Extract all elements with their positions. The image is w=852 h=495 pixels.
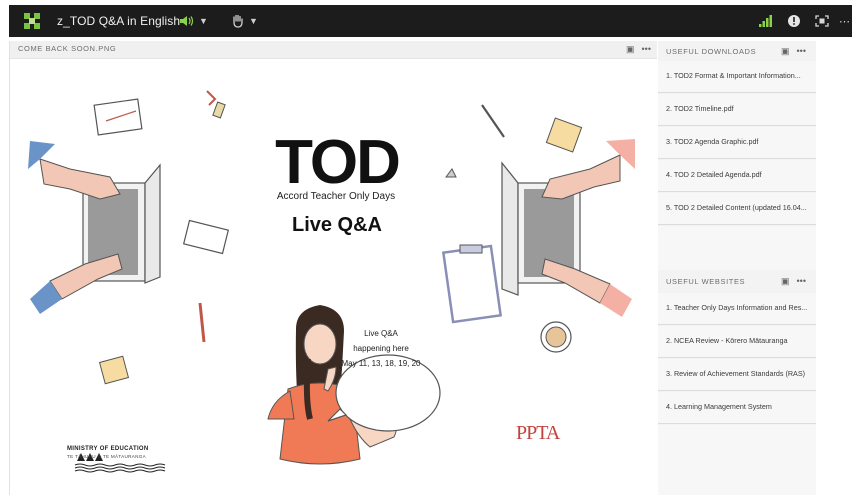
signal-icon bbox=[759, 15, 772, 27]
meeting-title: z_TOD Q&A in English bbox=[57, 14, 181, 28]
websites-pod-controls: ▣ ••• bbox=[781, 276, 806, 287]
alert-icon bbox=[788, 15, 800, 27]
downloads-pod-title: USEFUL DOWNLOADS bbox=[666, 47, 757, 56]
share-pod: COME BACK SOON.PNG ▣ ••• TOD Accord Teac… bbox=[9, 41, 657, 495]
left-laptop-illustration bbox=[28, 141, 161, 314]
fullscreen-icon bbox=[815, 15, 829, 27]
ministry-name: MINISTRY OF EDUCATION bbox=[67, 446, 149, 452]
more-icon[interactable]: ••• bbox=[797, 46, 806, 57]
more-icon: ⋯ bbox=[839, 15, 850, 28]
bubble-line: happening here bbox=[353, 344, 409, 353]
pencil-illustration bbox=[198, 302, 206, 343]
app-grid-icon[interactable] bbox=[23, 12, 41, 30]
website-item[interactable]: 3. Review of Achievement Standards (RAS) bbox=[658, 359, 816, 391]
download-item[interactable]: 4. TOD 2 Detailed Agenda.pdf bbox=[658, 160, 816, 192]
speaker-icon bbox=[180, 16, 194, 26]
website-item[interactable]: 1. Teacher Only Days Information and Res… bbox=[658, 293, 816, 325]
chevron-down-icon: ▼ bbox=[249, 16, 258, 26]
downloads-empty-space bbox=[658, 226, 816, 270]
live-qa-heading: Live Q&A bbox=[291, 214, 383, 236]
bell-illustration bbox=[445, 168, 457, 178]
downloads-pod-controls: ▣ ••• bbox=[781, 46, 806, 57]
notebook-illustration bbox=[93, 98, 143, 136]
downloads-pod-header: USEFUL DOWNLOADS ▣ ••• bbox=[658, 41, 816, 61]
download-item[interactable]: 3. TOD2 Agenda Graphic.pdf bbox=[658, 127, 816, 159]
sticky-note-illustration bbox=[98, 355, 130, 385]
shared-image bbox=[28, 90, 635, 473]
download-item[interactable]: 2. TOD2 Timeline.pdf bbox=[658, 94, 816, 126]
more-icon[interactable]: ••• bbox=[642, 44, 651, 55]
chevron-down-icon: ▼ bbox=[199, 16, 208, 26]
alert-button[interactable] bbox=[787, 11, 801, 31]
websites-empty-space bbox=[658, 425, 816, 495]
website-item[interactable]: 2. NCEA Review - Kōrero Mātauranga bbox=[658, 326, 816, 358]
websites-pod-title: USEFUL WEBSITES bbox=[666, 277, 746, 286]
bubble-text: Live Q&A happening here May 11, 13, 18, … bbox=[331, 326, 431, 371]
audio-button[interactable]: ▼ bbox=[179, 11, 208, 31]
tod-heading: TOD bbox=[275, 128, 401, 197]
maximize-icon[interactable]: ▣ bbox=[626, 44, 635, 55]
download-item[interactable]: 5. TOD 2 Detailed Content (updated 16.04… bbox=[658, 193, 816, 225]
raise-hand-icon bbox=[233, 14, 243, 28]
right-sidebar: USEFUL DOWNLOADS ▣ ••• 1. TOD2 Format & … bbox=[658, 41, 816, 495]
download-item[interactable]: 1. TOD2 Format & Important Information..… bbox=[658, 61, 816, 93]
phone-illustration bbox=[182, 219, 230, 255]
maximize-icon[interactable]: ▣ bbox=[781, 276, 790, 287]
clipboard-illustration bbox=[441, 244, 503, 324]
ministry-name-maori: TE TĀHUHU O TE MĀTAURANGA bbox=[67, 454, 146, 459]
share-pod-controls: ▣ ••• bbox=[626, 44, 651, 55]
pins-illustration bbox=[206, 90, 226, 119]
sticky-note-illustration bbox=[545, 117, 583, 153]
website-item[interactable]: 4. Learning Management System bbox=[658, 392, 816, 424]
maximize-icon[interactable]: ▣ bbox=[781, 46, 790, 57]
share-pod-header: COME BACK SOON.PNG ▣ ••• bbox=[10, 41, 657, 59]
top-bar: z_TOD Q&A in English ▼ ▼ ⋯ bbox=[9, 5, 852, 37]
more-button[interactable]: ⋯ bbox=[839, 11, 850, 31]
coffee-cup-illustration bbox=[540, 321, 572, 353]
bubble-line: Live Q&A bbox=[364, 329, 398, 338]
more-icon[interactable]: ••• bbox=[797, 276, 806, 287]
fullscreen-button[interactable] bbox=[815, 11, 829, 31]
websites-pod-header: USEFUL WEBSITES ▣ ••• bbox=[658, 271, 816, 291]
raise-hand-button[interactable]: ▼ bbox=[231, 11, 258, 31]
right-laptop-illustration bbox=[501, 139, 635, 317]
bubble-line: May 11, 13, 18, 19, 20 bbox=[341, 359, 421, 368]
pen-illustration bbox=[481, 104, 505, 138]
tod-subtitle: Accord Teacher Only Days bbox=[276, 191, 396, 202]
share-pod-title: COME BACK SOON.PNG bbox=[18, 44, 117, 53]
connection-status[interactable] bbox=[759, 11, 773, 31]
ppta-logo: PPTA bbox=[516, 422, 560, 444]
